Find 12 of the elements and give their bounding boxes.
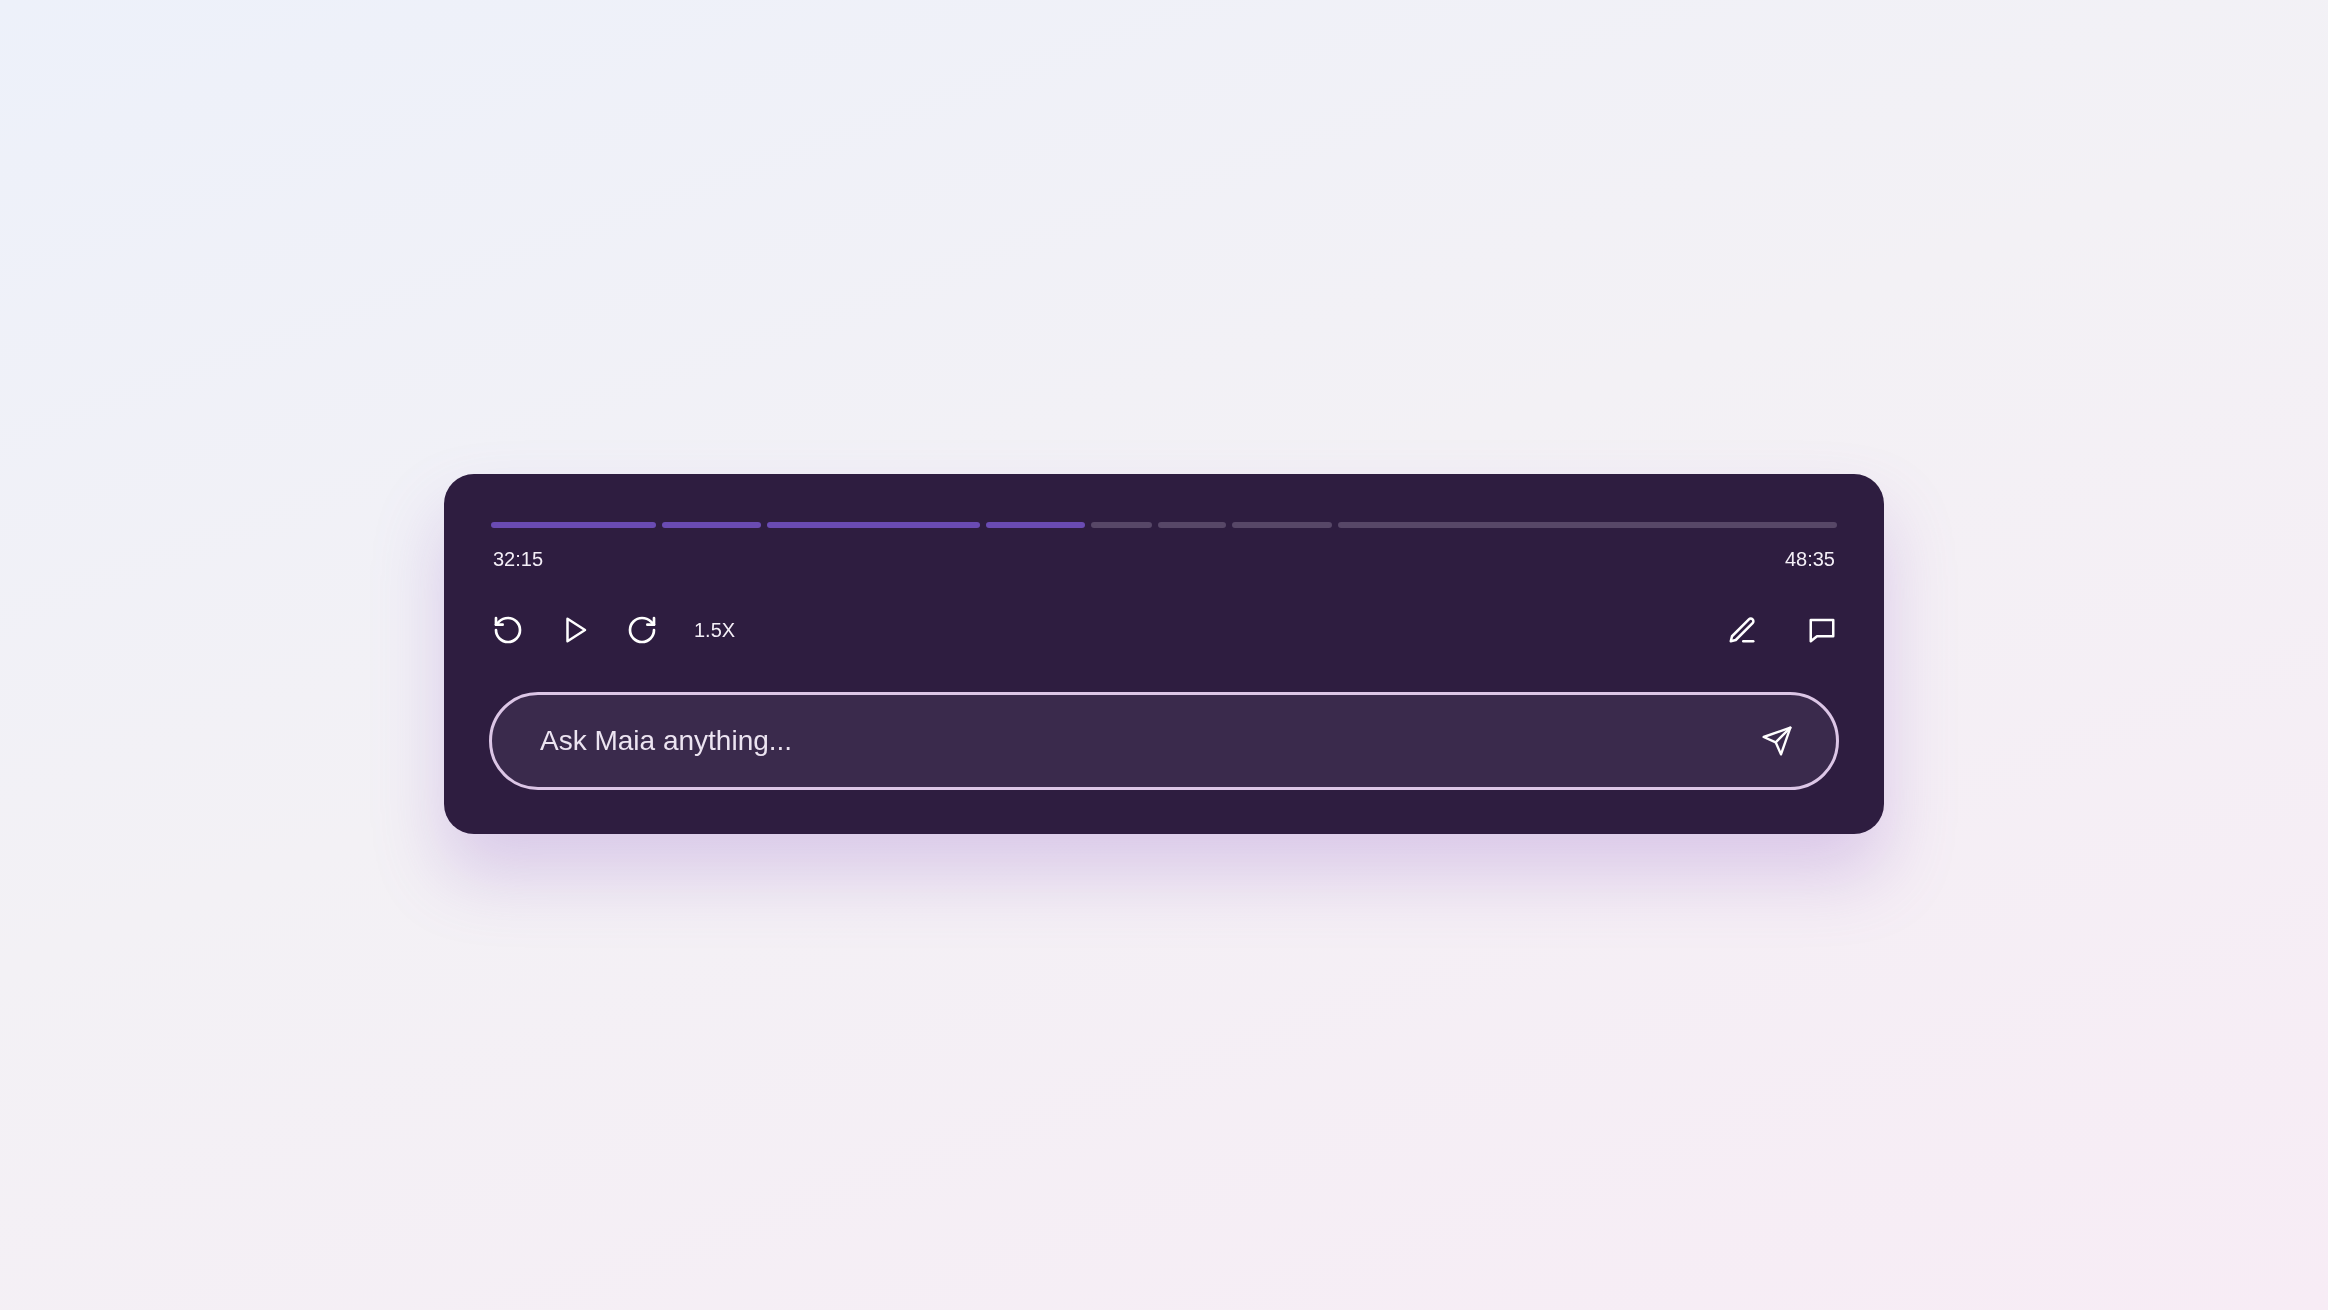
ask-field[interactable]: Ask Maia anything... [489, 692, 1839, 790]
send-button[interactable] [1761, 725, 1793, 757]
forward-button[interactable] [626, 614, 658, 646]
forward-icon [626, 614, 658, 646]
rewind-icon [492, 614, 524, 646]
speed-button[interactable]: 1.5X [694, 615, 736, 645]
total-duration: 48:35 [1784, 547, 1835, 572]
pencil-icon [1727, 615, 1757, 645]
rewind-button[interactable] [492, 614, 524, 646]
edit-button[interactable] [1727, 615, 1757, 645]
send-icon [1761, 725, 1793, 757]
elapsed-time: 32:15 [493, 547, 544, 572]
